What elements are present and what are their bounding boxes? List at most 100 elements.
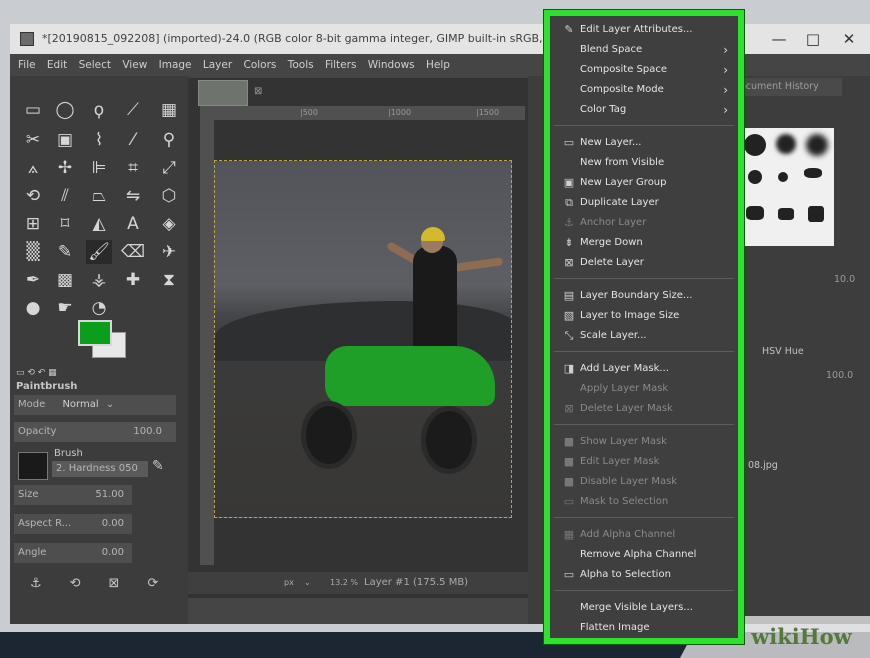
menu-item-merge-visible-layers[interactable]: Merge Visible Layers... — [550, 598, 738, 618]
bucket-fill-icon[interactable]: ◭ — [86, 212, 112, 236]
brush-preview[interactable] — [18, 452, 48, 480]
rotate-icon[interactable]: ⟲ — [20, 184, 46, 208]
crop-icon[interactable]: ⌗ — [120, 156, 146, 180]
zoom-selector[interactable]: 13.2 % — [330, 572, 358, 594]
ink-icon[interactable]: ✒ — [20, 268, 46, 292]
close-button[interactable]: ✕ — [832, 24, 866, 54]
clone-icon[interactable]: ⚶ — [86, 268, 112, 292]
menu-item-mask-to-selection[interactable]: ▭ Mask to Selection — [550, 492, 738, 512]
menu-help[interactable]: Help — [426, 59, 450, 71]
menu-item-label: Composite Mode — [580, 84, 664, 95]
minimize-button[interactable]: — — [762, 24, 796, 54]
menu-item-composite-mode[interactable]: Composite Mode › — [550, 80, 738, 100]
scissors-icon[interactable]: ✂ — [20, 128, 46, 152]
brush-name-field[interactable]: 2. Hardness 050 — [52, 461, 148, 477]
smudge-icon[interactable]: ☛ — [52, 296, 78, 320]
paths-icon[interactable]: ⌇ — [86, 128, 112, 152]
menu-windows[interactable]: Windows — [368, 59, 415, 71]
zoom-icon[interactable]: ⚲ — [156, 128, 182, 152]
image-tab-thumbnail[interactable] — [198, 80, 248, 106]
menu-item-color-tag[interactable]: Color Tag › — [550, 100, 738, 120]
fuzzy-select-icon[interactable]: ⟋ — [120, 98, 146, 122]
free-select-icon[interactable]: ϙ — [86, 98, 112, 122]
menu-item-duplicate-layer[interactable]: ⧉ Duplicate Layer — [550, 193, 738, 213]
menu-item-flatten-image[interactable]: Flatten Image — [550, 618, 738, 638]
menu-layer[interactable]: Layer — [203, 59, 232, 71]
canvas-photo[interactable] — [214, 160, 512, 518]
tool-options-tabs[interactable]: ▭ ⟲ ↶ ▦ — [16, 368, 57, 378]
paintbrush-icon[interactable]: 🖌 — [86, 240, 112, 264]
warp-icon[interactable]: ⊞ — [20, 212, 46, 236]
mode-row[interactable]: Mode Normal ⌄ — [14, 395, 176, 415]
foreground-select-icon[interactable]: ▣ — [52, 128, 78, 152]
menu-item-merge-down[interactable]: ⇟ Merge Down — [550, 233, 738, 253]
menu-item-delete-layer[interactable]: ⊠ Delete Layer — [550, 253, 738, 273]
tool-options-footer-icons[interactable]: ⚓⟲⊠⟳ — [30, 576, 186, 591]
angle-slider[interactable]: Angle 0.00 — [14, 543, 132, 563]
maximize-button[interactable]: □ — [796, 24, 830, 54]
pencil-icon[interactable]: ✎ — [52, 240, 78, 264]
menu-item-new-layer[interactable]: ▭ New Layer... — [550, 133, 738, 153]
color-picker-icon[interactable]: ⁄ — [120, 128, 146, 152]
unit-selector[interactable]: px — [284, 572, 294, 594]
menu-filters[interactable]: Filters — [325, 59, 356, 71]
opacity-slider[interactable]: Opacity 100.0 — [14, 422, 176, 442]
close-tab-icon[interactable]: ⊠ — [254, 86, 262, 97]
menu-edit[interactable]: Edit — [47, 59, 67, 71]
document-history-tab[interactable]: ocument History — [738, 78, 842, 96]
handle-transform-icon[interactable]: ⌑ — [52, 212, 78, 236]
menu-item-layer-boundary-size[interactable]: ▤ Layer Boundary Size... — [550, 286, 738, 306]
menu-item-apply-layer-mask[interactable]: Apply Layer Mask — [550, 379, 738, 399]
menu-item-add-alpha-channel[interactable]: ▦ Add Alpha Channel — [550, 525, 738, 545]
ellipse-select-icon[interactable]: ◯ — [52, 98, 78, 122]
menu-item-remove-alpha-channel[interactable]: Remove Alpha Channel — [550, 545, 738, 565]
menu-item-new-from-visible[interactable]: New from Visible — [550, 153, 738, 173]
rect-select-icon[interactable]: ▭ — [20, 98, 46, 122]
menu-colors[interactable]: Colors — [243, 59, 276, 71]
menu-file[interactable]: File — [18, 59, 36, 71]
menu-image[interactable]: Image — [159, 59, 192, 71]
measure-icon[interactable]: ⟑ — [20, 156, 46, 180]
menu-item-layer-to-image-size[interactable]: ▧ Layer to Image Size — [550, 306, 738, 326]
gradient-icon[interactable]: ▒ — [20, 240, 46, 264]
menu-item-edit-layer-attributes[interactable]: ✎ Edit Layer Attributes... — [550, 20, 738, 40]
menu-view[interactable]: View — [122, 59, 147, 71]
layer-mode-selector[interactable]: HSV Hue — [762, 346, 804, 357]
menu-item-new-layer-group[interactable]: ▣ New Layer Group — [550, 173, 738, 193]
menu-tools[interactable]: Tools — [288, 59, 314, 71]
dodge-burn-icon[interactable]: ◔ — [86, 296, 112, 320]
perspective-clone-icon[interactable]: ⧗ — [156, 268, 182, 292]
menu-item-label: Scale Layer... — [580, 330, 647, 341]
edit-brush-icon[interactable]: ✎ — [152, 458, 164, 474]
foreground-color-swatch[interactable] — [78, 320, 112, 346]
unified-transform-icon[interactable]: ⤢ — [156, 156, 182, 180]
size-slider[interactable]: Size 51.00 — [14, 485, 132, 505]
heal-icon[interactable]: ✚ — [120, 268, 146, 292]
menu-item-anchor-layer[interactable]: ⚓ Anchor Layer — [550, 213, 738, 233]
eraser-icon[interactable]: ⌫ — [120, 240, 146, 264]
mypaint-brush-icon[interactable]: ▩ — [52, 268, 78, 292]
flip-icon[interactable]: ⇋ — [120, 184, 146, 208]
menu-item-disable-layer-mask[interactable]: ■ Disable Layer Mask — [550, 472, 738, 492]
menu-item-delete-layer-mask[interactable]: ⊠ Delete Layer Mask — [550, 399, 738, 419]
blend-icon[interactable]: ◈ — [156, 212, 182, 236]
airbrush-icon[interactable]: ✈ — [156, 240, 182, 264]
aspect-ratio-slider[interactable]: Aspect R... 0.00 — [14, 514, 132, 534]
menu-item-edit-layer-mask[interactable]: ■ Edit Layer Mask — [550, 452, 738, 472]
perspective-icon[interactable]: ⏢ — [86, 184, 112, 208]
menu-item-show-layer-mask[interactable]: ■ Show Layer Mask — [550, 432, 738, 452]
menu-item-alpha-to-selection[interactable]: ▭ Alpha to Selection — [550, 565, 738, 585]
align-icon[interactable]: ⊫ — [86, 156, 112, 180]
menu-item-composite-space[interactable]: Composite Space › — [550, 60, 738, 80]
menu-item-add-layer-mask[interactable]: ◨ Add Layer Mask... — [550, 359, 738, 379]
text-tool-icon[interactable]: A — [120, 212, 146, 236]
move-icon[interactable]: ✢ — [52, 156, 78, 180]
select-by-color-icon[interactable]: ▦ — [156, 98, 182, 122]
menu-item-scale-layer[interactable]: ⤡ Scale Layer... — [550, 326, 738, 346]
brushes-grid[interactable] — [738, 128, 834, 246]
menu-item-blend-space[interactable]: Blend Space › — [550, 40, 738, 60]
blur-icon[interactable]: ● — [20, 296, 46, 320]
shear-icon[interactable]: ⫽ — [52, 184, 78, 208]
cage-transform-icon[interactable]: ⬡ — [156, 184, 182, 208]
menu-select[interactable]: Select — [79, 59, 111, 71]
